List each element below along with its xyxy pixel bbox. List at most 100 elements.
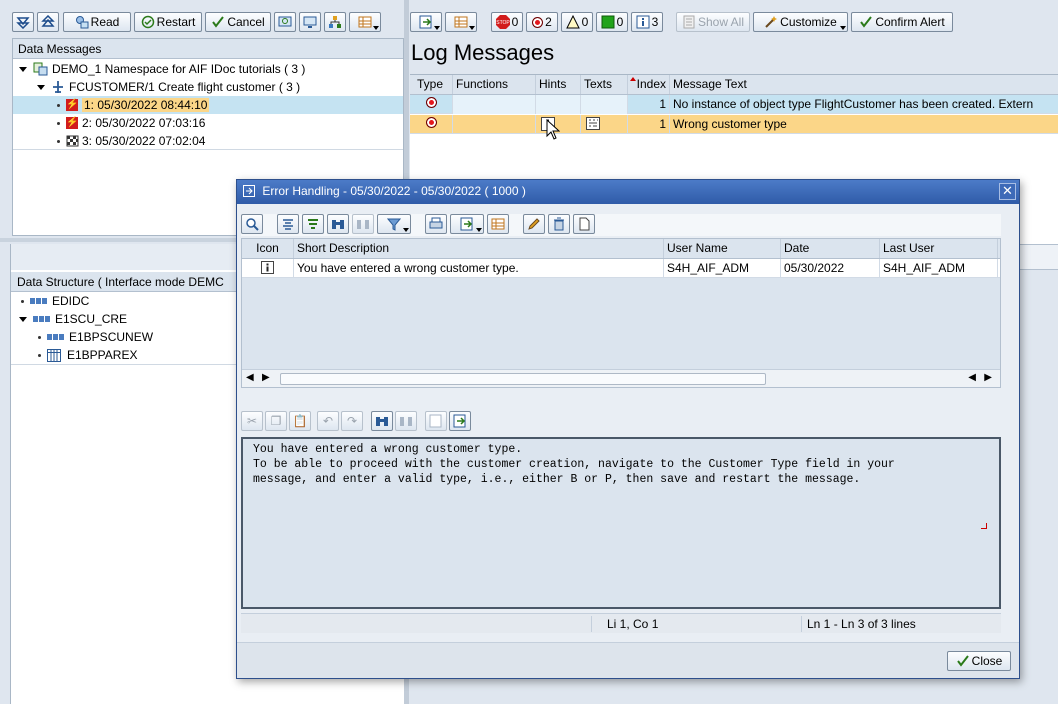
new-button[interactable] [573, 214, 595, 234]
structure-node-e1scu-cre[interactable]: E1SCU_CRE [19, 310, 127, 328]
right-toolbar: STOP 0 2 0 0 3 Show All Customize Confir… [410, 12, 1058, 34]
binoculars-next-icon [400, 417, 412, 426]
print-button[interactable] [425, 214, 447, 234]
structure-node-edidc[interactable]: EDIDC [21, 292, 89, 310]
grid-layout-icon [358, 16, 372, 28]
monitor-button[interactable] [299, 12, 321, 32]
scroll-right-icon[interactable]: ▶ [262, 372, 270, 383]
date-cell: 05/30/2022 [781, 259, 880, 278]
text-find-next-button[interactable] [395, 411, 417, 431]
column-hints[interactable]: Hints [536, 75, 581, 94]
column-last-user[interactable]: Last User [880, 239, 998, 258]
display-button[interactable] [274, 12, 296, 32]
find-next-button[interactable] [352, 214, 374, 234]
filter-info-button[interactable]: 3 [631, 12, 663, 32]
tree-node-message-2[interactable]: ⚡ 2: 05/30/2022 07:03:16 [57, 114, 205, 132]
sort-button[interactable] [302, 214, 324, 234]
texts-cell[interactable] [581, 115, 628, 134]
dialog-title-bar[interactable]: Error Handling - 05/30/2022 - 05/30/2022… [237, 180, 1019, 204]
scrollbar-thumb[interactable] [280, 373, 766, 385]
dialog-close-x-button[interactable]: ✕ [999, 183, 1016, 200]
tree-node-message-1[interactable]: ⚡ 1: 05/30/2022 08:44:10 [13, 96, 403, 114]
filter-stop-button[interactable]: STOP 0 [491, 12, 523, 32]
bullet-icon [38, 353, 41, 357]
text-find-button[interactable] [371, 411, 393, 431]
layout-button[interactable] [487, 214, 509, 234]
column-icon[interactable]: Icon [242, 239, 294, 258]
long-text-icon[interactable] [586, 117, 600, 130]
close-label: Close [971, 654, 1003, 668]
find-button[interactable] [327, 214, 349, 234]
segment-icon [33, 316, 50, 322]
binoculars-icon [332, 220, 344, 229]
column-type[interactable]: Type [410, 75, 453, 94]
log-row[interactable]: 1 No instance of object type FlightCusto… [410, 95, 1058, 114]
dialog-grid-row[interactable]: You have entered a wrong customer type. … [242, 259, 1000, 278]
restart-button[interactable]: Restart [134, 12, 202, 32]
tree-node-interface[interactable]: FCUSTOMER/1 Create flight customer ( 3 ) [37, 78, 300, 96]
customize-button[interactable]: Customize [753, 12, 848, 32]
cancel-button[interactable]: Cancel [205, 12, 271, 32]
read-button[interactable]: Read [63, 12, 131, 32]
scroll-right-end-icon[interactable]: ▶ [984, 372, 992, 383]
details-button[interactable] [241, 214, 263, 234]
confirm-alert-button[interactable]: Confirm Alert [851, 12, 953, 32]
dropdown-arrow-icon [469, 26, 475, 30]
expand-all-button[interactable] [12, 12, 34, 32]
close-button[interactable]: Close [947, 651, 1011, 671]
structure-node-e1bpparex[interactable]: E1BPPAREX [38, 346, 137, 364]
column-functions[interactable]: Functions [453, 75, 536, 94]
grid-scrollbar[interactable]: ◀ ▶ ◀ ▶ [242, 369, 1000, 387]
export-text-button[interactable] [449, 411, 471, 431]
import-text-button[interactable] [425, 411, 447, 431]
cut-button[interactable]: ✂ [241, 411, 263, 431]
line-info: Ln 1 - Ln 3 of 3 lines [807, 617, 916, 631]
hierarchy-button[interactable] [324, 12, 346, 32]
error-light-icon [425, 117, 437, 128]
namespace-label: DEMO_1 Namespace for AIF IDoc tutorials … [52, 62, 306, 76]
column-date[interactable]: Date [781, 239, 880, 258]
filter-error-button[interactable]: 2 [526, 12, 558, 32]
align-button[interactable] [277, 214, 299, 234]
hints-cell [536, 95, 581, 114]
resize-corner-icon [981, 523, 987, 529]
filter-button[interactable] [377, 214, 411, 234]
paste-button[interactable]: 📋 [289, 411, 311, 431]
cursor-position: Li 1, Co 1 [607, 617, 659, 631]
filter-warning-button[interactable]: 0 [561, 12, 593, 32]
customize-label: Customize [780, 15, 837, 29]
redo-button[interactable]: ↷ [341, 411, 363, 431]
scroll-left-icon[interactable]: ◀ [246, 372, 254, 383]
last-user-cell: S4H_AIF_ADM [880, 259, 998, 278]
tree-node-namespace[interactable]: DEMO_1 Namespace for AIF IDoc tutorials … [19, 60, 305, 78]
structure-node-e1bpscunew[interactable]: E1BPSCUNEW [38, 328, 153, 346]
export-button[interactable] [450, 214, 484, 234]
collapse-all-button[interactable] [37, 12, 59, 32]
scroll-left-end-icon[interactable]: ◀ [968, 372, 976, 383]
edit-button[interactable] [523, 214, 545, 234]
export-icon [460, 217, 473, 231]
mouse-cursor-icon [546, 119, 560, 140]
pencil-icon [528, 218, 540, 230]
copy-button[interactable]: ❐ [265, 411, 287, 431]
grid-layout-icon [491, 218, 505, 230]
text-line-2: To be able to proceed with the customer … [253, 458, 895, 471]
delete-button[interactable] [548, 214, 570, 234]
functions-cell [453, 115, 536, 134]
export-button[interactable] [410, 12, 442, 32]
column-texts[interactable]: Texts [581, 75, 628, 94]
show-all-button[interactable]: Show All [676, 12, 750, 32]
structure-label: EDIDC [52, 294, 90, 308]
column-message-text[interactable]: Message Text [670, 75, 1058, 94]
undo-button[interactable]: ↶ [317, 411, 339, 431]
layout-menu-button[interactable] [349, 12, 381, 32]
layout-button[interactable] [445, 12, 477, 32]
long-text-editor[interactable]: You have entered a wrong customer type. … [241, 437, 1001, 609]
tree-node-message-3[interactable]: 3: 05/30/2022 07:02:04 [57, 132, 205, 150]
column-short-description[interactable]: Short Description [294, 239, 664, 258]
filter-success-button[interactable]: 0 [596, 12, 628, 32]
column-user-name[interactable]: User Name [664, 239, 781, 258]
segment-icon [47, 334, 64, 340]
check-icon [860, 16, 873, 28]
log-row[interactable]: 1 Wrong customer type [410, 115, 1058, 134]
